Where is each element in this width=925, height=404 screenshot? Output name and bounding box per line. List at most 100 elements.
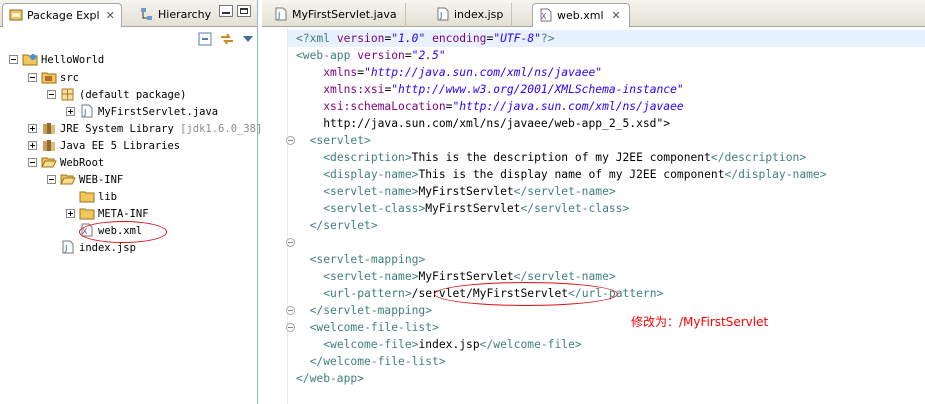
folder-icon	[79, 191, 95, 203]
editor-area: J MyFirstServlet.java Jindex.jsp Xweb.xml…	[262, 0, 925, 404]
code-line[interactable]: <servlet>	[296, 132, 371, 149]
tree-item-webroot[interactable]: WebRoot	[28, 155, 104, 172]
expand-toggle[interactable]	[28, 124, 37, 133]
tree-item-meta-inf[interactable]: META-INF	[66, 206, 149, 223]
code-line[interactable]: <web-app version="2.5"	[296, 47, 446, 64]
annotation-text: 修改为：/MyFirstServlet	[631, 315, 769, 329]
code-line[interactable]: xsi:schemaLocation="http://java.sun.com/…	[296, 98, 684, 115]
tab-index-jsp[interactable]: Jindex.jsp	[430, 3, 513, 27]
folder-icon	[79, 208, 95, 220]
highlight-ellipse	[434, 282, 618, 306]
svg-text:J: J	[439, 11, 442, 20]
tree-item-label: META-INF	[98, 208, 149, 220]
tree-item-javaee-libraries[interactable]: Java EE 5 Libraries	[28, 138, 180, 155]
tree-item-helloworld[interactable]: HelloWorld	[9, 52, 104, 69]
collapse-toggle[interactable]	[28, 158, 37, 167]
svg-text:J: J	[277, 11, 280, 20]
tree-item-default-package[interactable]: (default package)	[47, 87, 186, 104]
code-line[interactable]: </servlet-mapping>	[296, 302, 432, 319]
expand-toggle[interactable]	[28, 141, 37, 150]
code-line[interactable]: <servlet-name>MyFirstServlet</servlet-na…	[296, 183, 615, 200]
source-folder-icon	[41, 72, 57, 84]
close-icon[interactable]: ✕	[612, 9, 621, 22]
link-with-editor-icon[interactable]	[219, 32, 235, 46]
code-line[interactable]: <servlet-class>MyFirstServlet</servlet-c…	[296, 200, 629, 217]
package-icon	[61, 88, 74, 101]
fold-icon[interactable]	[286, 136, 295, 145]
view-window-controls	[215, 5, 251, 18]
tab-web-xml[interactable]: Xweb.xml ✕	[532, 3, 630, 27]
code-line[interactable]: <display-name>This is the display name o…	[296, 166, 826, 183]
svg-text:J: J	[83, 108, 86, 117]
code-line[interactable]: <welcome-file>index.jsp</welcome-file>	[296, 336, 581, 353]
tab-label: Package Expl	[27, 9, 100, 22]
java-file-icon: J	[81, 104, 93, 118]
collapse-toggle[interactable]	[47, 90, 56, 99]
project-icon	[22, 54, 38, 66]
svg-text:J: J	[64, 244, 67, 253]
tree-item-label: WEB-INF	[79, 174, 124, 186]
tab-label: MyFirstServlet.java	[292, 8, 397, 21]
tab-myfirstservlet-java[interactable]: J MyFirstServlet.java	[268, 3, 406, 27]
tab-label: web.xml	[557, 9, 604, 22]
collapse-toggle[interactable]	[28, 73, 37, 82]
code-line[interactable]: </web-app>	[296, 370, 364, 387]
minimize-icon[interactable]	[219, 5, 233, 17]
tree-item-label: (default package)	[79, 89, 187, 101]
hierarchy-icon	[141, 8, 152, 20]
library-icon	[43, 140, 55, 151]
tree-item-label: WebRoot	[60, 157, 105, 169]
fold-icon[interactable]	[286, 238, 295, 247]
tree-item-label: Java EE 5 Libraries	[60, 140, 181, 152]
highlight-ellipse	[79, 221, 167, 243]
close-icon[interactable]: ✕	[106, 9, 115, 22]
tree-item-label: src	[60, 72, 79, 84]
fold-icon[interactable]	[286, 323, 295, 332]
editor-tabbar: J MyFirstServlet.java Jindex.jsp Xweb.xml…	[262, 0, 925, 27]
view-toolbar	[0, 27, 257, 51]
collapse-all-icon[interactable]	[197, 32, 213, 46]
code-line[interactable]: </servlet>	[296, 217, 378, 234]
tree-item-web-inf[interactable]: WEB-INF	[47, 172, 123, 189]
tree-item-lib[interactable]: lib	[79, 189, 117, 206]
code-line[interactable]: xmlns:xsi="http://www.w3.org/2001/XMLSch…	[296, 81, 684, 98]
code-line[interactable]: </welcome-file-list>	[296, 353, 446, 370]
tree-item-myfirstservlet-java[interactable]: J MyFirstServlet.java	[66, 104, 218, 121]
view-menu-icon[interactable]	[240, 32, 256, 46]
fold-icon[interactable]	[286, 306, 295, 315]
tree-item-suffix: [jdk1.6.0_38]	[180, 123, 263, 135]
code-line[interactable]: xmlns="http://java.sun.com/xml/ns/javaee…	[296, 64, 602, 81]
folder-open-icon	[60, 174, 76, 185]
code-line[interactable]: <description>This is the description of …	[296, 149, 806, 166]
package-explorer-panel: Package Expl ✕ Hierarchy HelloWorld src (…	[0, 0, 262, 404]
package-explorer-icon	[9, 9, 23, 21]
tree-item-label: JRE System Library	[60, 123, 174, 135]
svg-text:X: X	[541, 12, 547, 21]
maximize-icon[interactable]	[237, 5, 251, 17]
editor-gutter	[262, 28, 288, 404]
tree-item-label: index.jsp	[79, 242, 136, 254]
tab-hierarchy[interactable]: Hierarchy	[134, 3, 217, 27]
jsp-file-icon: J	[62, 240, 74, 254]
expand-toggle[interactable]	[66, 209, 75, 218]
code-line[interactable]: http://java.sun.com/xml/ns/javaee/web-ap…	[296, 115, 670, 132]
tree-item-jre-library[interactable]: JRE System Library [jdk1.6.0_38]	[28, 121, 262, 138]
tree-item-label: MyFirstServlet.java	[98, 106, 219, 118]
left-tabbar: Package Expl ✕ Hierarchy	[0, 0, 257, 27]
collapse-toggle[interactable]	[9, 55, 18, 64]
expand-toggle[interactable]	[66, 107, 75, 116]
tab-label: index.jsp	[454, 8, 504, 21]
code-line[interactable]: <?xml version="1.0" encoding="UTF-8"?>	[296, 30, 555, 47]
jsp-file-icon: J	[437, 7, 449, 21]
collapse-toggle[interactable]	[47, 175, 56, 184]
xml-file-icon: X	[540, 8, 552, 22]
tree-item-src[interactable]: src	[28, 70, 79, 87]
tab-package-explorer[interactable]: Package Expl ✕	[2, 3, 122, 27]
tree-item-label: lib	[98, 191, 117, 203]
library-icon	[43, 123, 55, 134]
folder-open-icon	[41, 157, 57, 168]
code-line[interactable]: <servlet-mapping>	[296, 251, 426, 268]
tree-item-label: HelloWorld	[41, 54, 105, 66]
code-line[interactable]: <welcome-file-list>	[296, 319, 439, 336]
java-file-icon: J	[275, 7, 287, 21]
